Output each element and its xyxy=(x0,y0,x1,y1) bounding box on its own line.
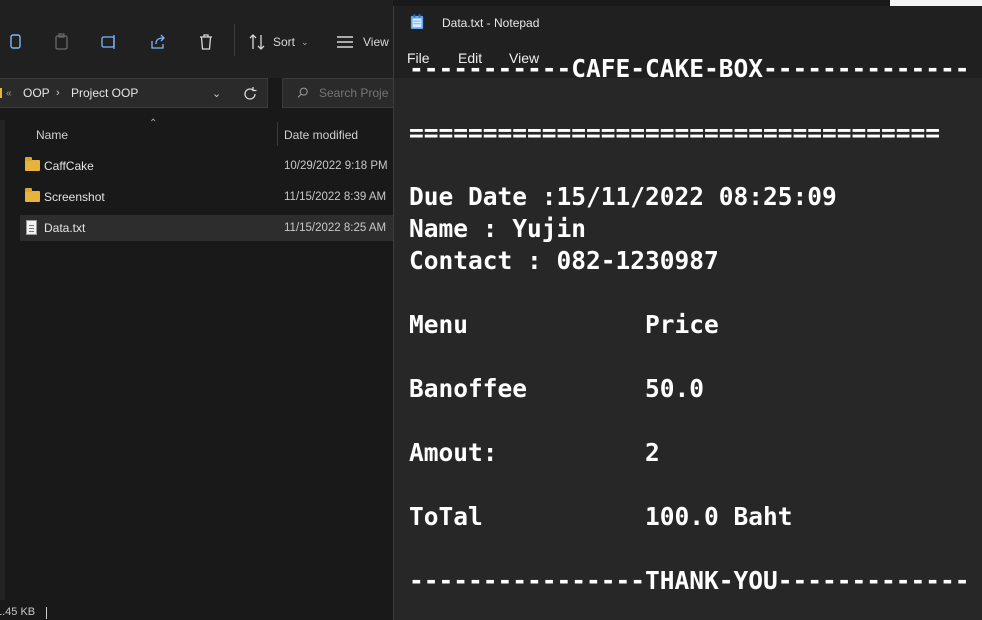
text-line xyxy=(409,149,970,181)
sort-ascending-icon: ⌃ xyxy=(149,118,158,129)
navigation-pane-edge xyxy=(0,120,5,600)
explorer-toolbar: Sort ⌄ View xyxy=(0,0,393,78)
file-name: Screenshot xyxy=(44,190,105,204)
search-input[interactable] xyxy=(319,86,389,100)
text-line: ----------------THANK-YOU------------- xyxy=(409,566,970,595)
file-row-data-txt[interactable]: Data.txt 11/15/2022 8:25 AM xyxy=(20,215,393,241)
column-divider[interactable] xyxy=(277,122,278,146)
delete-button[interactable] xyxy=(196,30,216,54)
sort-icon xyxy=(249,34,265,50)
text-line xyxy=(409,405,970,437)
folder-icon xyxy=(25,188,40,202)
search-box[interactable] xyxy=(282,78,402,108)
rename-icon xyxy=(101,35,115,49)
file-explorer-window: Sort ⌄ View « OOP › Project OOP ⌄ Name ⌃… xyxy=(0,0,402,620)
breadcrumb-oop[interactable]: OOP xyxy=(23,86,50,100)
text-line: Amout: 2 xyxy=(409,438,660,467)
notepad-window: Data.txt - Notepad File Edit View ------… xyxy=(393,6,982,620)
file-name: CaffCake xyxy=(44,159,94,173)
folder-icon xyxy=(25,157,40,171)
refresh-icon xyxy=(244,87,257,100)
text-line xyxy=(409,341,970,373)
refresh-button[interactable] xyxy=(240,84,260,104)
text-line xyxy=(409,469,970,501)
window-title: Data.txt - Notepad xyxy=(442,16,540,30)
paste-button[interactable] xyxy=(52,30,72,54)
file-date: 10/29/2022 9:18 PM xyxy=(284,160,388,172)
rename-button[interactable] xyxy=(100,30,120,54)
text-line: Contact : 082-1230987 xyxy=(409,246,719,275)
notepad-icon xyxy=(410,14,424,29)
text-line: ==================================== xyxy=(409,118,941,147)
breadcrumb-project-oop[interactable]: Project OOP xyxy=(71,86,138,100)
text-line xyxy=(409,85,970,117)
text-line: Name : Yujin xyxy=(409,214,587,243)
file-date: 11/15/2022 8:39 AM xyxy=(284,191,387,203)
file-date: 11/15/2022 8:25 AM xyxy=(284,222,387,234)
column-header-name[interactable]: Name xyxy=(36,128,68,142)
view-label: View xyxy=(363,35,389,49)
status-divider xyxy=(46,607,47,619)
text-line: Menu Price xyxy=(409,310,719,339)
sort-button[interactable]: Sort ⌄ xyxy=(247,30,309,54)
overflow-icon: « xyxy=(6,87,12,99)
address-bar[interactable]: « OOP › Project OOP ⌄ xyxy=(0,78,268,108)
text-file-icon xyxy=(26,220,37,235)
sort-label: Sort xyxy=(273,35,296,49)
file-row-screenshot[interactable]: Screenshot 11/15/2022 8:39 AM xyxy=(20,184,393,210)
text-line: Banoffee 50.0 xyxy=(409,374,705,403)
file-name: Data.txt xyxy=(44,221,86,235)
text-line: Due Date :15/11/2022 08:25:09 xyxy=(409,182,837,211)
view-icon xyxy=(337,36,353,48)
file-row-caffcake[interactable]: CaffCake 10/29/2022 9:18 PM xyxy=(20,153,393,179)
share-button[interactable] xyxy=(148,30,168,54)
toolbar-divider xyxy=(234,24,235,56)
text-line xyxy=(409,277,970,309)
paste-icon xyxy=(55,33,68,50)
text-editor-content[interactable]: -----------CAFE-CAKE-BOX-------------- =… xyxy=(409,53,970,597)
text-line: ToTal 100.0 Baht xyxy=(409,502,793,531)
breadcrumb-chevron-icon: › xyxy=(56,87,60,99)
text-line xyxy=(409,533,970,565)
notepad-title-bar[interactable]: Data.txt - Notepad xyxy=(394,6,982,38)
column-header-row: Name ⌃ Date modified xyxy=(0,118,393,148)
chevron-down-icon: ⌄ xyxy=(301,36,309,47)
search-icon xyxy=(297,87,308,98)
trash-icon xyxy=(200,34,212,50)
folder-icon xyxy=(0,88,2,98)
chevron-down-icon[interactable]: ⌄ xyxy=(212,87,221,100)
status-bar: 1.45 KB xyxy=(0,604,393,620)
column-header-date-modified[interactable]: Date modified xyxy=(284,128,358,142)
share-icon xyxy=(151,34,165,49)
copy-button[interactable] xyxy=(6,30,26,54)
text-line: -----------CAFE-CAKE-BOX-------------- xyxy=(409,54,970,83)
view-button[interactable]: View xyxy=(335,30,389,54)
copy-icon xyxy=(10,34,21,49)
selection-size: 1.45 KB xyxy=(0,606,36,618)
